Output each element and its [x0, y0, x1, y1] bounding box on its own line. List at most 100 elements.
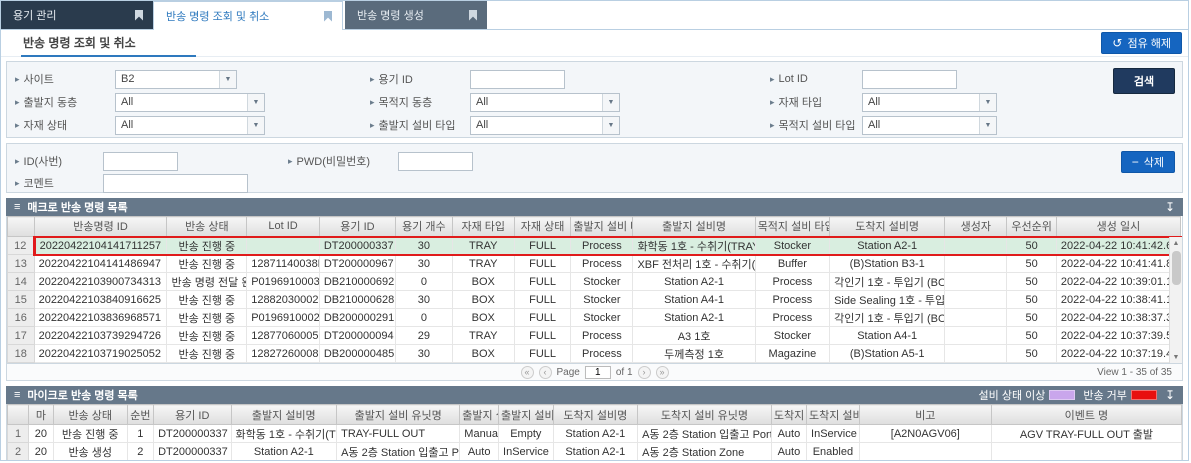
lot-id-input[interactable] [862, 70, 957, 89]
column-header: 이벤트 명 [991, 405, 1181, 425]
cell: 50 [1007, 255, 1057, 273]
cell: A동 2층 Station Zone [638, 443, 772, 461]
macro-grid: 반송명령 ID반송 상태Lot ID용기 ID용기 개수자재 타입자재 상태출발… [6, 216, 1183, 364]
filter-label: 출발지 설비 타입 [379, 117, 456, 133]
column-header: 반송 상태 [167, 217, 247, 237]
site-select[interactable]: B2▼ [115, 70, 237, 89]
table-row[interactable]: 220반송 생성2DT200000337Station A2-1A동 2층 St… [8, 443, 1182, 461]
scroll-down-icon[interactable]: ▼ [1173, 351, 1180, 363]
delete-button[interactable]: − 삭제 [1121, 151, 1175, 173]
cell: 2022-04-22 10:37:39.590 [1056, 327, 1180, 345]
legend-swatch-red [1131, 390, 1157, 400]
bookmark-icon[interactable] [135, 10, 143, 21]
vertical-scrollbar[interactable]: ▲ ▼ [1169, 237, 1182, 363]
column-header: 마 [29, 405, 54, 425]
table-row[interactable]: 1620220422103836968571반송 진행 중P0196910002… [8, 309, 1181, 327]
chevron-down-icon: ▼ [247, 117, 264, 134]
tab-container-management[interactable]: 용기 관리 [1, 1, 153, 29]
cell: 2022-04-22 10:41:42.680 [1056, 237, 1180, 255]
title-bar: 반송 명령 조회 및 취소 ↺ 점유 해제 [1, 30, 1188, 57]
cell: BOX [452, 291, 514, 309]
chevron-down-icon: ▼ [979, 117, 996, 134]
search-button[interactable]: 검색 [1113, 68, 1175, 94]
cell: 2022-04-22 10:38:41.133 [1056, 291, 1180, 309]
dest-floor-select[interactable]: All▼ [470, 93, 620, 112]
cell: 20220422103840916625 [34, 291, 167, 309]
column-header: 순번 [127, 405, 153, 425]
cell: 2 [127, 443, 153, 461]
chevron-down-icon: ▼ [602, 117, 619, 134]
cell: Stocker [571, 273, 633, 291]
cell: 각인기 1호 - 투입기 (BOX+D [830, 309, 945, 327]
page-input[interactable] [585, 366, 611, 379]
tab-transfer-query-cancel[interactable]: 반송 명령 조회 및 취소 [153, 1, 343, 30]
cell [945, 255, 1007, 273]
cell: 2022-04-22 10:41:41.800 [1056, 255, 1180, 273]
cell [945, 291, 1007, 309]
tab-transfer-create[interactable]: 반송 명령 생성 [345, 1, 487, 29]
table-row[interactable]: 1420220422103900734313반송 명령 전달 완료P019691… [8, 273, 1181, 291]
column-header: 도착지 설 [771, 405, 806, 425]
cell: Stocker [571, 291, 633, 309]
row-number-header [8, 217, 35, 237]
table-row[interactable]: 1320220422104141486947반송 진행 중12871140038… [8, 255, 1181, 273]
cell [945, 237, 1007, 255]
cell: Station A2-1 [231, 443, 337, 461]
first-page-button[interactable]: « [520, 366, 533, 379]
column-header: 용기 개수 [396, 217, 453, 237]
cell: 12882030002B [247, 291, 320, 309]
cell: Manual [460, 425, 499, 443]
column-header: 용기 ID [154, 405, 231, 425]
row-number-cell: 15 [8, 291, 35, 309]
password-input[interactable] [398, 152, 473, 171]
cell: 30 [396, 291, 453, 309]
source-equip-type-select[interactable]: All▼ [470, 116, 620, 135]
column-header: 출발지 설비명 [231, 405, 337, 425]
cell: Stocker [755, 327, 829, 345]
download-icon[interactable]: ↧ [1165, 200, 1175, 214]
prev-page-button[interactable]: ‹ [538, 366, 551, 379]
cell: XBF 전처리 1호 - 수취기(TR [633, 255, 755, 273]
bullet-icon: ▸ [15, 120, 20, 131]
column-header: 도착지 설비명 [830, 217, 945, 237]
next-page-button[interactable]: › [638, 366, 651, 379]
last-page-button[interactable]: » [656, 366, 669, 379]
table-row[interactable]: 1720220422103739294726반송 진행 중12877060005… [8, 327, 1181, 345]
employee-id-input[interactable] [103, 152, 178, 171]
table-row[interactable]: 1220220422104141711257반송 진행 중DT200000337… [8, 237, 1181, 255]
container-id-input[interactable] [470, 70, 565, 89]
column-header: 출발지 설비 [499, 405, 554, 425]
view-range-label: View 1 - 35 of 35 [1097, 367, 1182, 378]
cell: 0 [396, 309, 453, 327]
table-row[interactable]: 1820220422103719025052반송 진행 중12827260008… [8, 345, 1181, 363]
cell: 29 [396, 327, 453, 345]
release-occupancy-button[interactable]: ↺ 점유 해제 [1101, 32, 1182, 54]
comment-input[interactable] [103, 174, 248, 193]
bookmark-icon[interactable] [324, 11, 332, 22]
cell: Station A2-1 [830, 237, 945, 255]
column-header: 비고 [859, 405, 991, 425]
bookmark-icon[interactable] [469, 10, 477, 21]
download-icon[interactable]: ↧ [1165, 388, 1175, 402]
scrollbar-thumb[interactable] [1172, 251, 1181, 285]
row-number-cell: 12 [8, 237, 35, 255]
cell: Process [571, 327, 633, 345]
table-row[interactable]: 120반송 진행 중1DT200000337화학동 1호 - 수취기(TRAYT… [8, 425, 1182, 443]
table-row[interactable]: 1520220422103840916625반송 진행 중12882030002… [8, 291, 1181, 309]
scroll-up-icon[interactable]: ▲ [1173, 237, 1180, 249]
cell: BOX [452, 345, 514, 363]
macro-table: 반송명령 ID반송 상태Lot ID용기 ID용기 개수자재 타입자재 상태출발… [7, 216, 1182, 363]
material-state-select[interactable]: All▼ [115, 116, 265, 135]
cell: Process [571, 255, 633, 273]
cell: Magazine [755, 345, 829, 363]
source-floor-select[interactable]: All▼ [115, 93, 265, 112]
material-type-select[interactable]: All▼ [862, 93, 997, 112]
column-header: 반송명령 ID [34, 217, 167, 237]
cell: P0196910003B [247, 273, 320, 291]
cell: 20220422103900734313 [34, 273, 167, 291]
dest-equip-type-select[interactable]: All▼ [862, 116, 997, 135]
micro-section-bar: ≡ 마이크로 반송 명령 목록 설비 상태 이상 반송 거부 ↧ [6, 386, 1183, 404]
cell: DT200000094 [319, 327, 395, 345]
cell: 20 [29, 443, 54, 461]
page-of-label: of 1 [616, 367, 633, 378]
